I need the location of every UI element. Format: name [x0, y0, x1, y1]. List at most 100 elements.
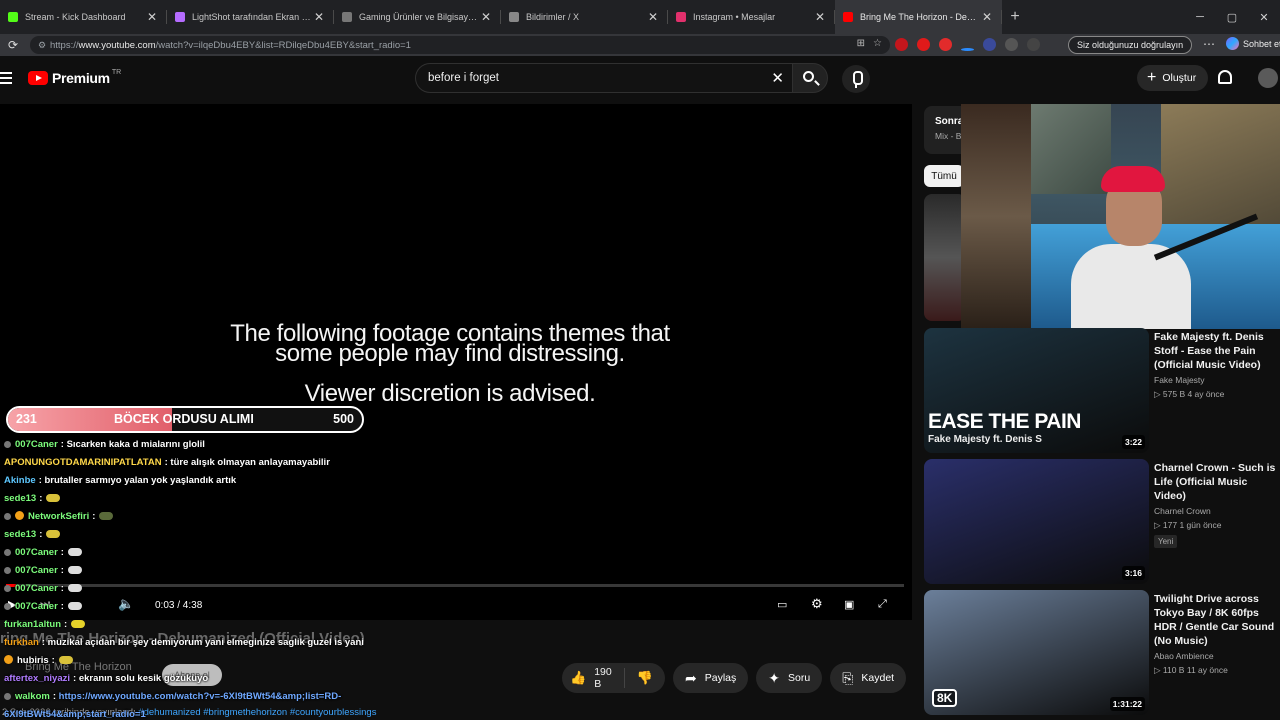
- badge-icon: [4, 549, 11, 556]
- create-button[interactable]: + Oluştur: [1137, 65, 1209, 91]
- chat-text: :: [60, 565, 64, 576]
- minimize-icon[interactable]: ─: [1184, 0, 1216, 34]
- extension-icons: [895, 38, 1040, 51]
- ask-button[interactable]: ✦ Soru: [756, 663, 823, 693]
- miniplayer-icon[interactable]: ▣: [844, 598, 854, 611]
- rec-title[interactable]: Twilight Drive across Tokyo Bay / 8K 60f…: [1154, 592, 1280, 648]
- rec-channel[interactable]: Charnel Crown: [1154, 506, 1280, 516]
- like-button[interactable]: 👍 190 B: [562, 666, 625, 690]
- copilot-chat-button[interactable]: Sohbet et: [1226, 37, 1280, 50]
- browser-tab[interactable]: Instagram • Mesajlar ✕: [668, 0, 835, 34]
- region-code: TR: [111, 68, 122, 76]
- save-button[interactable]: ⎘ Kaydet: [830, 663, 907, 693]
- chat-text: : ekranın solu kesik gözüküyo: [73, 673, 209, 684]
- verify-identity-button[interactable]: Siz olduğunuzu doğrulayın: [1068, 36, 1193, 54]
- webcam-overlay: [961, 104, 1280, 329]
- rec-title[interactable]: Charnel Crown - Such is Life (Official M…: [1154, 461, 1280, 503]
- new-tab-icon[interactable]: +: [1002, 8, 1028, 26]
- more-menu-icon[interactable]: ⋯: [1203, 37, 1215, 51]
- fullscreen-icon[interactable]: ⤢: [878, 598, 887, 611]
- chat-link[interactable]: 6Xl9tBWt54&amp;start_radio=1: [4, 709, 146, 720]
- chat-username[interactable]: furkhan: [4, 637, 39, 648]
- install-app-icon[interactable]: ⊞: [857, 38, 865, 49]
- youtube-premium-logo[interactable]: Premium TR: [28, 68, 122, 86]
- close-tab-icon[interactable]: ✕: [479, 10, 493, 24]
- recommended-video[interactable]: 8K 1:31:22 Twilight Drive across Tokyo Ba…: [924, 590, 1280, 718]
- chat-message: NetworkSefiri:: [4, 508, 404, 526]
- share-icon: ➦: [685, 669, 697, 686]
- video-actions: 👍190 B 👎 ➦Paylaş ✦Soru ⎘Kaydet •••: [562, 663, 942, 693]
- close-tab-icon[interactable]: ✕: [980, 10, 994, 24]
- extension-icon[interactable]: [917, 38, 930, 51]
- maximize-icon[interactable]: ▢: [1216, 0, 1248, 34]
- chat-username[interactable]: sede13: [4, 529, 36, 540]
- bookmark-star-icon[interactable]: ☆: [873, 38, 882, 49]
- close-tab-icon[interactable]: ✕: [312, 10, 326, 24]
- subtitles-icon[interactable]: ▭: [777, 598, 787, 611]
- chat-text: :: [64, 619, 68, 630]
- extension-icon[interactable]: [939, 38, 952, 51]
- clear-search-icon[interactable]: ✕: [771, 69, 784, 87]
- chat-username[interactable]: 007Caner: [15, 439, 58, 450]
- filter-chip-all[interactable]: Tümü: [924, 165, 964, 187]
- chat-username[interactable]: 007Caner: [15, 547, 58, 558]
- coin-icon: [4, 655, 13, 664]
- chat-username[interactable]: APONUNGOTDAMARINIPATLATAN: [4, 457, 162, 468]
- badge-icon: [4, 441, 11, 448]
- plus-icon: +: [1147, 69, 1157, 86]
- chat-username[interactable]: furkan1altun: [4, 619, 61, 630]
- chat-username[interactable]: 007Caner: [15, 565, 58, 576]
- close-tab-icon[interactable]: ✕: [646, 10, 660, 24]
- close-tab-icon[interactable]: ✕: [813, 10, 827, 24]
- share-button[interactable]: ➦ Paylaş: [673, 663, 749, 693]
- close-window-icon[interactable]: ✕: [1248, 0, 1280, 34]
- extension-icon[interactable]: [895, 38, 908, 51]
- stream-chat-overlay: 007Caner: Sıcarken kaka d mialarını glol…: [4, 436, 404, 720]
- rec-channel[interactable]: Abao Ambience: [1154, 651, 1280, 661]
- rec-channel[interactable]: Fake Majesty: [1154, 375, 1280, 385]
- video-thumbnail[interactable]: 8K 1:31:22: [924, 590, 1149, 715]
- thumbs-down-icon: 👎: [636, 670, 654, 685]
- tab-search-icon[interactable]: [1027, 38, 1040, 51]
- dislike-button[interactable]: 👎: [625, 670, 665, 686]
- notifications-bell-icon[interactable]: [1218, 70, 1232, 84]
- search-button[interactable]: [792, 63, 828, 93]
- playlist-thumbnail[interactable]: [924, 194, 966, 321]
- chat-username[interactable]: hubiris: [17, 655, 49, 666]
- badge-icon: [4, 585, 11, 592]
- chat-username[interactable]: Akinbe: [4, 475, 36, 486]
- voice-search-icon[interactable]: [842, 65, 870, 93]
- account-avatar[interactable]: [1258, 68, 1278, 88]
- browser-tab[interactable]: Gaming Ürünler ve Bilgisayar Bile✕: [334, 0, 501, 34]
- address-bar[interactable]: ⚙ https://www.youtube.com/watch?v=ilqeDb…: [30, 36, 890, 54]
- chat-username[interactable]: NetworkSefiri: [28, 511, 89, 522]
- chat-link[interactable]: https://www.youtube.com/watch?v=-6Xl9tBW…: [59, 691, 342, 702]
- video-thumbnail[interactable]: 3:16: [924, 459, 1149, 584]
- rec-title[interactable]: Fake Majesty ft. Denis Stoff - Ease the …: [1154, 330, 1280, 372]
- video-thumbnail[interactable]: EASE THE PAIN Fake Majesty ft. Denis S 3:2…: [924, 328, 1149, 453]
- close-tab-icon[interactable]: ✕: [145, 10, 159, 24]
- browser-tab[interactable]: LightShot tarafından Ekran Görünt✕: [167, 0, 334, 34]
- search-input[interactable]: before i forget ✕: [415, 63, 792, 93]
- tab-title: Stream - Kick Dashboard: [25, 12, 126, 22]
- settings-gear-icon[interactable]: ⚙: [811, 596, 823, 612]
- chat-username[interactable]: sede13: [4, 493, 36, 504]
- chat-username[interactable]: 007Caner: [15, 583, 58, 594]
- recommended-video[interactable]: 3:16 Charnel Crown - Such is Life (Offic…: [924, 459, 1280, 587]
- chat-text: :: [39, 493, 43, 504]
- extension-icon[interactable]: [961, 48, 974, 51]
- recommended-video[interactable]: EASE THE PAIN Fake Majesty ft. Denis S 3:2…: [924, 328, 1280, 456]
- browser-tab[interactable]: Bildirimler / X ✕: [501, 0, 668, 34]
- chat-username[interactable]: 007Caner: [15, 601, 58, 612]
- puzzle-icon[interactable]: [1005, 38, 1018, 51]
- reload-icon[interactable]: ⟳: [0, 38, 26, 52]
- chat-username[interactable]: walkom: [15, 691, 50, 702]
- extension-icon[interactable]: [983, 38, 996, 51]
- browser-tab[interactable]: Stream - Kick Dashboard ✕: [0, 0, 167, 34]
- browser-tab[interactable]: Bring Me The Horizon - Dehuman✕: [835, 0, 1002, 34]
- site-info-icon[interactable]: ⚙: [38, 40, 50, 51]
- hamburger-menu-icon[interactable]: [0, 72, 12, 87]
- youtube-play-icon: [28, 71, 48, 85]
- chat-text: :: [52, 691, 57, 702]
- chat-username[interactable]: aftertex_niyazi: [4, 673, 70, 684]
